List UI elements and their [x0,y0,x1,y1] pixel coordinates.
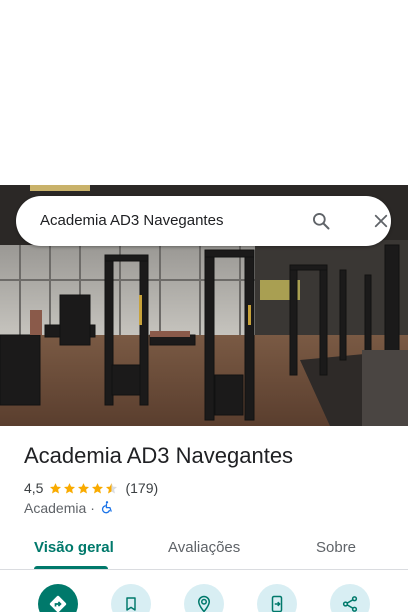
nearby-button[interactable] [184,584,224,612]
save-button[interactable] [111,584,151,612]
directions-button[interactable] [38,584,78,612]
search-bar[interactable]: Academia AD3 Navegantes [16,196,391,246]
send-to-phone-icon [271,595,283,612]
send-to-phone-button[interactable] [257,584,297,612]
star-icon [50,482,62,493]
close-icon[interactable] [368,208,394,234]
tab-bar: Visão geral Avaliações Sobre [0,528,408,570]
separator-dot: · [90,500,95,516]
search-query-text[interactable]: Academia AD3 Navegantes [40,212,223,229]
place-title: Academia AD3 Navegantes [24,443,294,468]
star-rating [49,482,119,495]
nearby-icon [197,595,211,612]
active-tab-indicator [34,566,108,569]
rating-row[interactable]: 4,5 (179) [24,479,158,497]
share-button[interactable] [330,584,370,612]
star-icon [64,482,76,493]
category-label: Academia [24,500,87,516]
rating-value: 4,5 [24,480,44,496]
star-icon [78,482,90,493]
tab-overview[interactable]: Visão geral [34,539,114,556]
half-star-icon [106,482,118,493]
wheelchair-accessible-icon[interactable] [100,500,114,517]
share-icon [342,596,358,612]
directions-icon [49,595,67,612]
search-icon[interactable] [308,208,334,234]
action-buttons [0,584,408,612]
tab-about[interactable]: Sobre [316,539,356,556]
category-row: Academia · [24,499,114,517]
review-count[interactable]: (179) [125,480,158,496]
map-area [0,0,408,185]
tab-reviews[interactable]: Avaliações [168,539,240,556]
bookmark-icon [126,597,136,611]
star-icon [92,482,104,493]
